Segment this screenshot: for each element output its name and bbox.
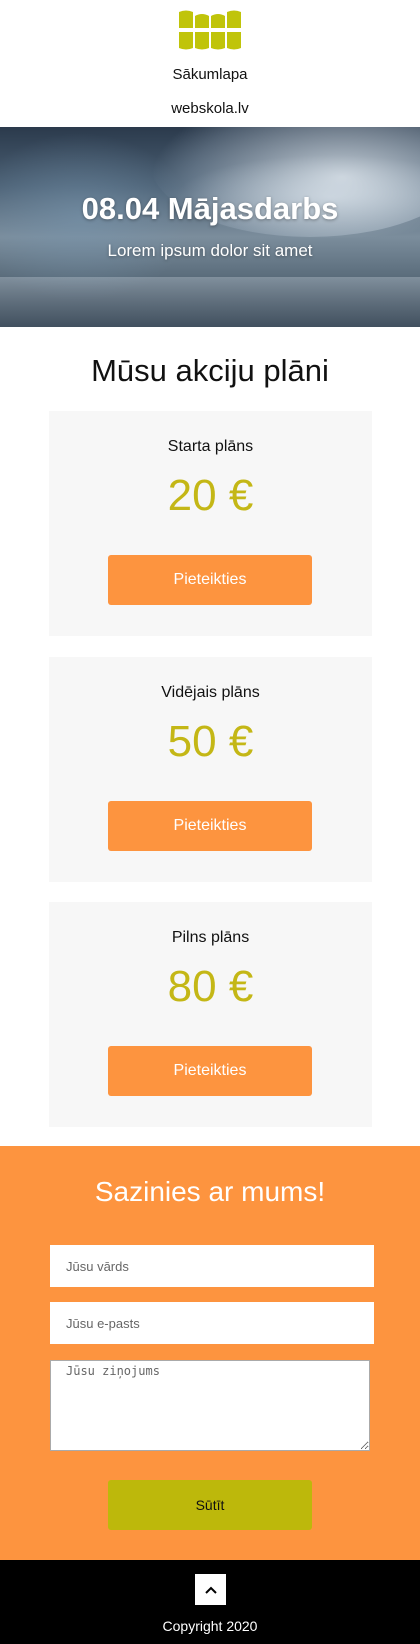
webskola-logo-icon (179, 10, 241, 50)
plan-name: Pilns plāns (171, 929, 250, 946)
plan-card-medium: Vidējais plāns 50 € Pieteikties (49, 657, 372, 882)
email-input[interactable] (50, 1302, 374, 1344)
contact-title: Sazinies ar mums! (94, 1176, 326, 1207)
plan-price: 50 € (167, 717, 254, 766)
site-header: Sākumlapa webskola.lv (0, 0, 420, 127)
plans-title: Mūsu akciju plāni (91, 353, 329, 388)
apply-button-full[interactable]: Pieteikties (108, 1046, 312, 1096)
nav-site-link[interactable]: webskola.lv (0, 100, 420, 117)
send-button[interactable]: Sūtīt (108, 1480, 312, 1530)
copyright-text: Copyright 2020 (162, 1618, 258, 1634)
hero-title: 08.04 Mājasdarbs (81, 191, 339, 226)
contact-section: Sazinies ar mums! Sūtīt (0, 1146, 420, 1560)
hero-foam (0, 277, 420, 327)
plan-name: Starta plāns (167, 438, 254, 455)
hero-subtitle: Lorem ipsum dolor sit amet (107, 241, 313, 260)
scroll-to-top-button[interactable] (195, 1574, 226, 1605)
site-footer: Copyright 2020 (0, 1560, 420, 1644)
plan-card-full: Pilns plāns 80 € Pieteikties (49, 902, 372, 1127)
message-textarea[interactable] (50, 1360, 370, 1451)
logo-link[interactable] (179, 10, 241, 50)
nav-home-link[interactable]: Sākumlapa (0, 66, 420, 83)
chevron-up-icon (204, 1586, 217, 1594)
hero-banner: 08.04 Mājasdarbs Lorem ipsum dolor sit a… (0, 127, 420, 327)
plan-price: 80 € (167, 962, 254, 1011)
plan-price: 20 € (167, 471, 254, 520)
plan-card-starter: Starta plāns 20 € Pieteikties (49, 411, 372, 636)
apply-button-starter[interactable]: Pieteikties (108, 555, 312, 605)
plan-name: Vidējais plāns (161, 684, 260, 701)
apply-button-medium[interactable]: Pieteikties (108, 801, 312, 851)
name-input[interactable] (50, 1245, 374, 1287)
